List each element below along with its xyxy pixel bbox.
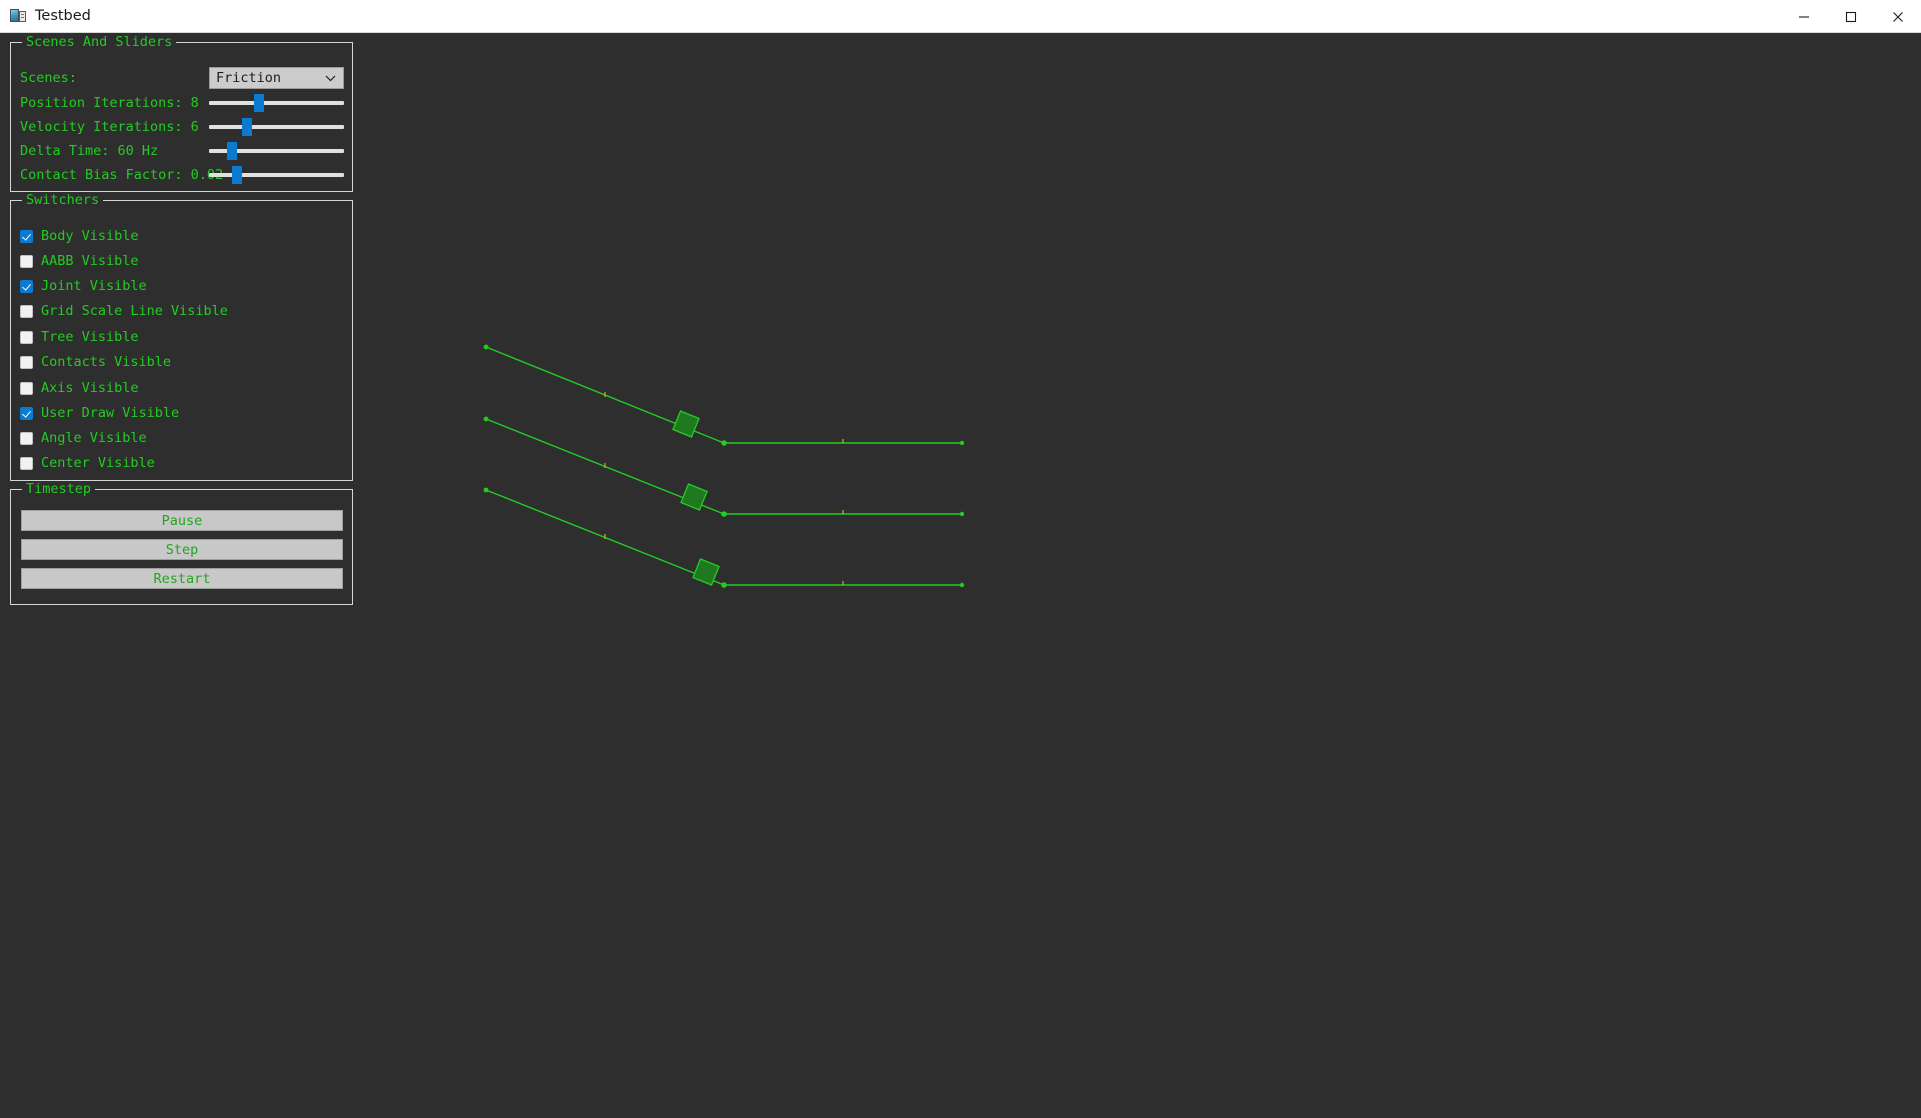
- ramp-start-vertex: [483, 344, 489, 350]
- sliding-box-body[interactable]: [672, 410, 700, 438]
- ramp-end-vertex: [959, 511, 965, 517]
- ramp-3: [483, 487, 965, 588]
- simulation-bodies: [483, 344, 965, 588]
- ramp-2: [483, 416, 965, 517]
- ramp-corner-vertex: [721, 440, 727, 446]
- ramp-corner-vertex: [721, 582, 727, 588]
- app-window-icon: [10, 8, 26, 24]
- window-controls: [1780, 0, 1921, 33]
- window-title: Testbed: [35, 7, 91, 24]
- maximize-icon[interactable]: [1827, 0, 1874, 33]
- ramp-corner-vertex: [721, 511, 727, 517]
- ramp-start-vertex: [483, 487, 489, 493]
- ramp-end-vertex: [959, 582, 965, 588]
- ramp-end-vertex: [959, 440, 965, 446]
- ramp-1: [483, 344, 965, 446]
- close-icon[interactable]: [1874, 0, 1921, 33]
- simulation-viewport[interactable]: [0, 33, 1921, 1118]
- minimize-icon[interactable]: [1780, 0, 1827, 33]
- ramp-start-vertex: [483, 416, 489, 422]
- window-titlebar: Testbed: [0, 0, 1921, 33]
